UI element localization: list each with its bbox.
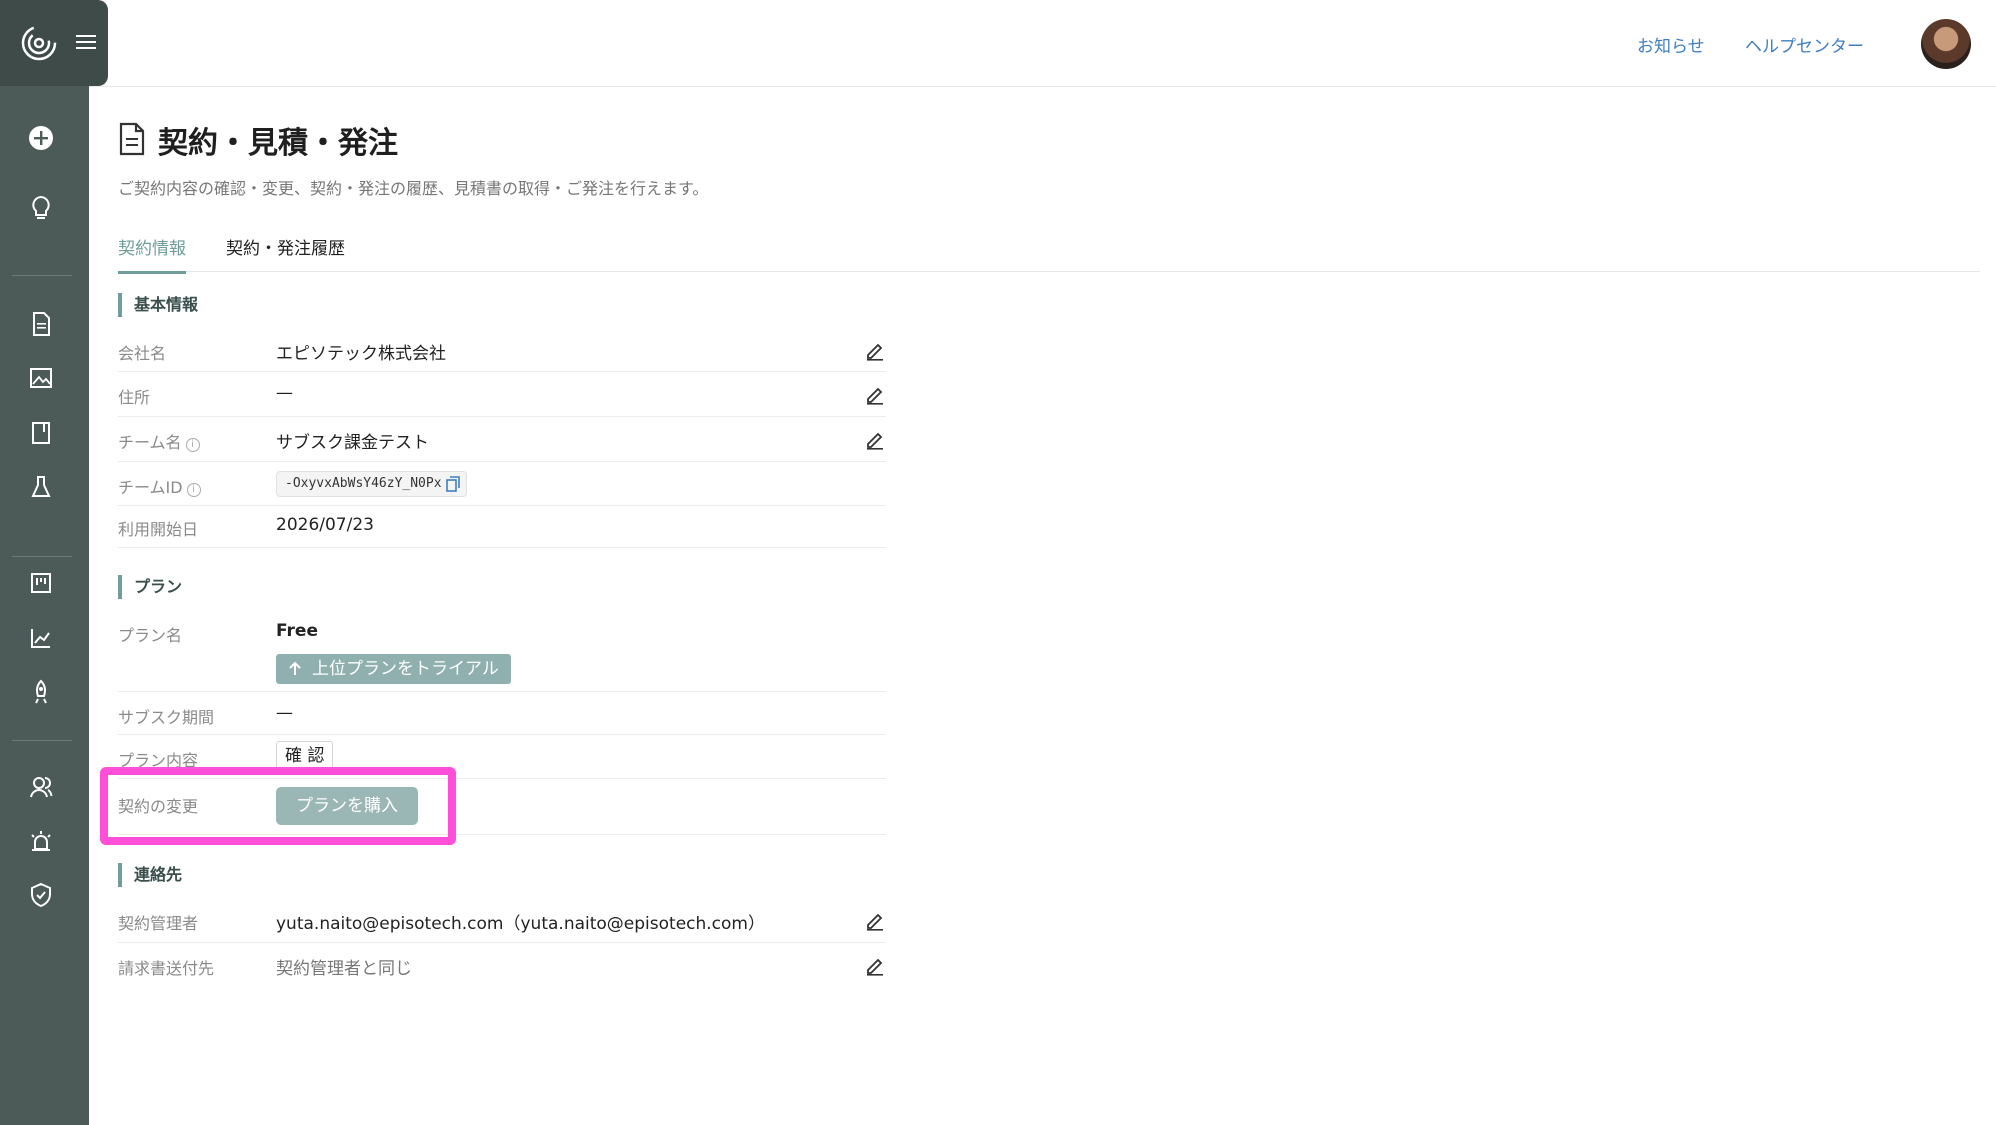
row-billing-address: 請求書送付先 契約管理者と同じ bbox=[118, 943, 886, 987]
users-icon[interactable] bbox=[26, 772, 56, 802]
document-icon[interactable] bbox=[26, 309, 56, 339]
shield-icon[interactable] bbox=[26, 880, 56, 910]
team-name-label-text: チーム名 bbox=[118, 433, 182, 452]
manager-value: yuta.naito@episotech.com（yuta.naito@epis… bbox=[276, 914, 765, 934]
row-plan-name: プラン名 Free 上位プランをトライアル bbox=[118, 612, 886, 692]
company-label: 会社名 bbox=[118, 344, 167, 363]
sidebar-divider bbox=[12, 275, 72, 276]
sidebar-divider bbox=[12, 556, 72, 557]
plan-content-label: プラン内容 bbox=[118, 751, 199, 770]
copy-icon[interactable] bbox=[445, 476, 460, 492]
section-heading-contact: 連絡先 bbox=[118, 863, 182, 887]
lightbulb-icon[interactable] bbox=[26, 193, 56, 223]
edit-icon[interactable] bbox=[864, 910, 886, 932]
period-value: — bbox=[276, 703, 293, 723]
edit-icon[interactable] bbox=[864, 340, 886, 362]
start-date-value: 2026/07/23 bbox=[276, 515, 374, 535]
trial-upgrade-label: 上位プランをトライアル bbox=[312, 659, 499, 679]
period-label: サブスク期間 bbox=[118, 708, 215, 727]
buy-plan-button[interactable]: プランを購入 bbox=[276, 787, 418, 825]
chart-icon[interactable] bbox=[26, 623, 56, 653]
row-subscription-period: サブスク期間 — bbox=[118, 692, 886, 735]
sidebar-divider bbox=[12, 740, 72, 741]
row-contract-change: 契約の変更 プランを購入 bbox=[118, 779, 886, 835]
document-icon bbox=[119, 122, 145, 156]
team-id-box: -OxyvxAbWsY46zY_N0Px bbox=[276, 471, 467, 497]
row-company: 会社名 エピソテック株式会社 bbox=[118, 330, 886, 372]
tab-bar: 契約情報 契約・発注履歴 bbox=[118, 230, 1980, 274]
row-contract-manager: 契約管理者 yuta.naito@episotech.com（yuta.nait… bbox=[118, 899, 886, 943]
page-title: 契約・見積・発注 bbox=[158, 126, 398, 161]
image-icon[interactable] bbox=[26, 363, 56, 393]
user-avatar[interactable] bbox=[1921, 19, 1971, 69]
arrow-up-icon bbox=[289, 661, 301, 675]
row-start-date: 利用開始日 2026/07/23 bbox=[118, 506, 886, 548]
help-center-link[interactable]: ヘルプセンター bbox=[1745, 32, 1864, 57]
trial-upgrade-button[interactable]: 上位プランをトライアル bbox=[276, 654, 511, 684]
team-id-label: チームID i bbox=[118, 474, 201, 498]
row-address: 住所 — bbox=[118, 372, 886, 417]
address-label: 住所 bbox=[118, 388, 151, 407]
plan-name-value: Free bbox=[276, 621, 318, 641]
book-icon[interactable] bbox=[26, 418, 56, 448]
row-team-name: チーム名 i サブスク課金テスト bbox=[118, 417, 886, 462]
row-team-id: チームID i -OxyvxAbWsY46zY_N0Px bbox=[118, 462, 886, 506]
edit-icon[interactable] bbox=[864, 955, 886, 977]
tab-contract-history[interactable]: 契約・発注履歴 bbox=[226, 234, 345, 271]
team-id-value: -OxyvxAbWsY46zY_N0Px bbox=[285, 476, 442, 491]
contract-change-label: 契約の変更 bbox=[118, 797, 199, 816]
info-icon[interactable]: i bbox=[186, 483, 201, 497]
app-logo-icon[interactable] bbox=[20, 24, 58, 62]
plan-name-label: プラン名 bbox=[118, 626, 183, 645]
start-date-label: 利用開始日 bbox=[118, 520, 199, 539]
confirm-button[interactable]: 確 認 bbox=[276, 741, 334, 771]
alarm-icon[interactable] bbox=[26, 827, 56, 857]
sidebar bbox=[0, 0, 108, 1125]
edit-icon[interactable] bbox=[864, 429, 886, 451]
notice-link[interactable]: お知らせ bbox=[1637, 32, 1705, 57]
add-icon[interactable] bbox=[26, 123, 56, 153]
section-heading-plan: プラン bbox=[118, 575, 182, 599]
top-header: お知らせ ヘルプセンター bbox=[89, 0, 1996, 87]
address-value: — bbox=[276, 383, 293, 403]
board-icon[interactable] bbox=[26, 568, 56, 598]
page-description: ご契約内容の確認・変更、契約・発注の履歴、見積書の取得・ご発注を行えます。 bbox=[118, 179, 709, 198]
section-heading-basic: 基本情報 bbox=[118, 293, 198, 317]
flask-icon[interactable] bbox=[26, 472, 56, 502]
tab-contract-info[interactable]: 契約情報 bbox=[118, 234, 186, 274]
team-id-label-text: チームID bbox=[118, 478, 183, 497]
team-name-value: サブスク課金テスト bbox=[276, 433, 429, 453]
edit-icon[interactable] bbox=[864, 384, 886, 406]
manager-label: 契約管理者 bbox=[118, 914, 199, 933]
billing-value: 契約管理者と同じ bbox=[276, 959, 412, 979]
rocket-icon[interactable] bbox=[26, 677, 56, 707]
billing-label: 請求書送付先 bbox=[118, 959, 215, 978]
info-icon[interactable]: i bbox=[185, 438, 200, 452]
company-value: エピソテック株式会社 bbox=[276, 344, 446, 364]
row-plan-content: プラン内容 確 認 bbox=[118, 735, 886, 779]
team-name-label: チーム名 i bbox=[118, 429, 200, 453]
